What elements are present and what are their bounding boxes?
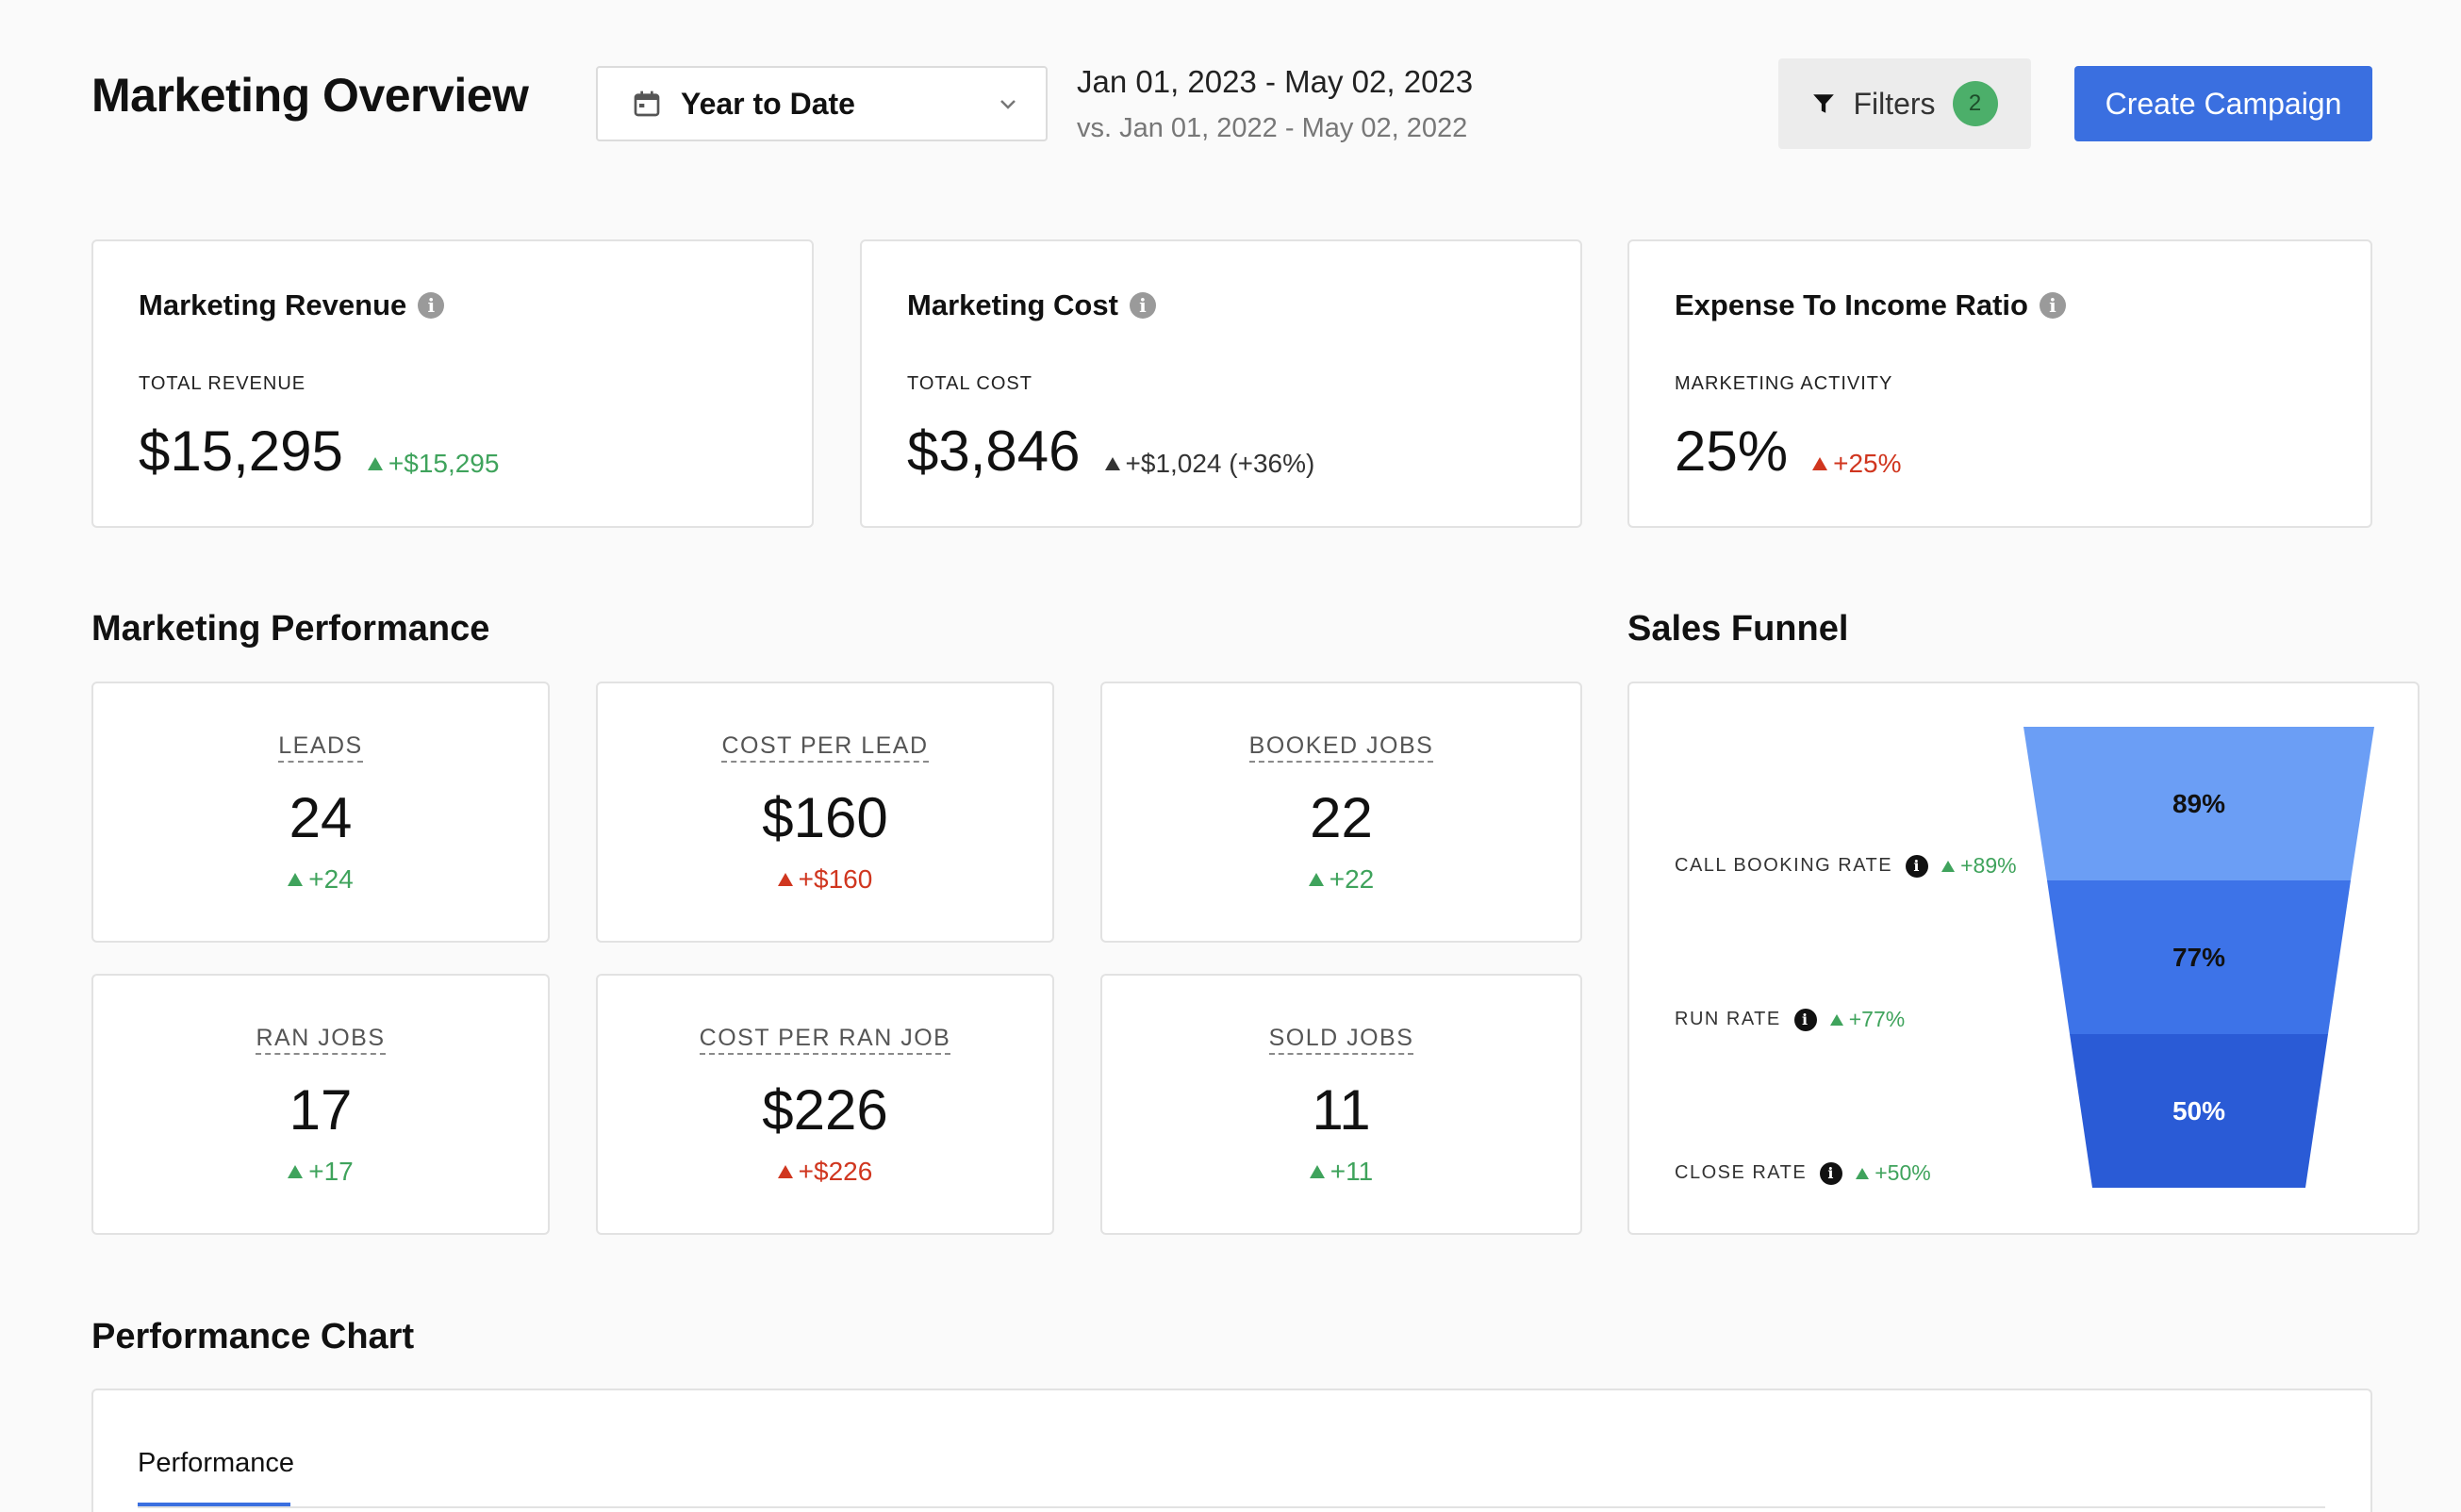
metric-label[interactable]: RAN JOBS <box>256 1025 386 1055</box>
date-range-select[interactable]: Year to Date <box>596 66 1048 141</box>
funnel-stage-label: RUN RATE <box>1675 1009 1781 1029</box>
funnel-stage-delta: +89% <box>1941 853 2017 879</box>
kpi-subtitle: TOTAL REVENUE <box>139 373 306 394</box>
kpi-title: Marketing Cost <box>907 288 1118 321</box>
metric-delta: +11 <box>1309 1157 1373 1187</box>
metric-delta: +$160 <box>777 864 872 895</box>
metric-card-cost-per-ran-job: COST PER RAN JOB $226 +$226 <box>596 974 1054 1235</box>
arrow-up-icon <box>288 873 304 886</box>
metric-card-cost-per-lead: COST PER LEAD $160 +$160 <box>596 682 1054 943</box>
dashboard-page: Marketing Overview Year to Date Jan 01, … <box>0 0 2461 1512</box>
funnel-stage-label: CLOSE RATE <box>1675 1162 1808 1183</box>
filters-label: Filters <box>1853 86 1936 121</box>
metric-delta: +22 <box>1308 864 1374 895</box>
funnel-segment-value: 89% <box>2172 789 2225 818</box>
metric-value: 24 <box>289 786 353 849</box>
metric-label[interactable]: LEADS <box>278 732 363 763</box>
arrow-up-icon <box>367 457 383 470</box>
metric-value: $226 <box>762 1078 888 1142</box>
create-campaign-button[interactable]: Create Campaign <box>2074 66 2372 141</box>
metric-delta: +24 <box>288 864 354 895</box>
arrow-up-icon <box>1812 457 1828 470</box>
kpi-title: Marketing Revenue <box>139 288 407 321</box>
metric-card-sold-jobs: SOLD JOBS 11 +11 <box>1100 974 1582 1235</box>
date-select-label: Year to Date <box>681 86 855 121</box>
arrow-up-icon <box>1941 860 1956 872</box>
metric-card-booked-jobs: BOOKED JOBS 22 +22 <box>1100 682 1582 943</box>
arrow-up-icon <box>1104 457 1120 470</box>
metric-label[interactable]: COST PER LEAD <box>721 732 929 763</box>
info-icon[interactable]: i <box>2039 292 2066 319</box>
kpi-value: $3,846 <box>907 419 1081 483</box>
funnel-segment-value: 50% <box>2172 1096 2225 1126</box>
info-icon[interactable]: i <box>418 292 445 319</box>
tabs-divider <box>138 1506 2325 1508</box>
metric-card-leads: LEADS 24 +24 <box>91 682 550 943</box>
arrow-up-icon <box>777 873 793 886</box>
metric-delta: +$226 <box>777 1157 872 1187</box>
chevron-down-icon <box>1000 100 1016 109</box>
metric-value: 22 <box>1310 786 1373 849</box>
page-title: Marketing Overview <box>91 69 529 122</box>
arrow-up-icon <box>1856 1167 1870 1179</box>
kpi-delta: +$1,024 (+36%) <box>1104 449 1314 479</box>
comparison-date-range: vs. Jan 01, 2022 - May 02, 2022 <box>1077 113 1468 143</box>
kpi-subtitle: MARKETING ACTIVITY <box>1675 373 1893 394</box>
kpi-card-marketing-cost: Marketing Cost i TOTAL COST $3,846 +$1,0… <box>860 239 1582 528</box>
metric-delta: +17 <box>288 1157 354 1187</box>
section-title-sales-funnel: Sales Funnel <box>1627 609 1849 649</box>
filters-count-badge: 2 <box>1952 81 1998 126</box>
funnel-stage-call-booking-rate: CALL BOOKING RATE i +89% <box>1675 853 2017 879</box>
kpi-delta: +25% <box>1812 449 1902 479</box>
metric-label[interactable]: COST PER RAN JOB <box>699 1025 951 1055</box>
funnel-stage-delta: +77% <box>1829 1007 1905 1032</box>
kpi-subtitle: TOTAL COST <box>907 373 1032 394</box>
kpi-title: Expense To Income Ratio <box>1675 288 2028 321</box>
metric-label[interactable]: BOOKED JOBS <box>1248 732 1434 763</box>
funnel-stage-label: CALL BOOKING RATE <box>1675 855 1893 876</box>
metric-value: $160 <box>762 786 888 849</box>
arrow-up-icon <box>288 1165 304 1178</box>
info-icon[interactable]: i <box>1129 292 1156 319</box>
info-icon[interactable]: i <box>1820 1161 1843 1185</box>
filter-icon <box>1813 94 1835 113</box>
funnel-stage-delta: +50% <box>1856 1160 1931 1186</box>
section-title-performance-chart: Performance Chart <box>91 1317 415 1356</box>
arrow-up-icon <box>1308 873 1324 886</box>
metric-card-ran-jobs: RAN JOBS 17 +17 <box>91 974 550 1235</box>
funnel-stage-close-rate: CLOSE RATE i +50% <box>1675 1160 1931 1186</box>
arrow-up-icon <box>1829 1013 1843 1026</box>
kpi-value: 25% <box>1675 419 1789 483</box>
metric-value: 11 <box>1312 1078 1371 1142</box>
sales-funnel-card: CALL BOOKING RATE i +89% RUN RATE i +77%… <box>1627 682 2420 1235</box>
calendar-icon <box>634 90 660 117</box>
metric-value: 17 <box>289 1078 353 1142</box>
performance-chart-card <box>91 1389 2372 1512</box>
kpi-card-marketing-revenue: Marketing Revenue i TOTAL REVENUE $15,29… <box>91 239 814 528</box>
funnel-stage-run-rate: RUN RATE i +77% <box>1675 1007 1905 1032</box>
info-icon[interactable]: i <box>1906 854 1929 878</box>
kpi-value: $15,295 <box>139 419 343 483</box>
arrow-up-icon <box>1309 1165 1325 1178</box>
date-range-display: Jan 01, 2023 - May 02, 2023 vs. Jan 01, … <box>1077 64 1473 144</box>
arrow-up-icon <box>777 1165 793 1178</box>
sales-funnel-chart: 89% 77% 50% <box>2023 727 2374 1188</box>
funnel-segment-value: 77% <box>2172 943 2225 972</box>
filters-button[interactable]: Filters 2 <box>1778 58 2031 149</box>
info-icon[interactable]: i <box>1793 1008 1817 1031</box>
section-title-marketing-performance: Marketing Performance <box>91 609 490 649</box>
metric-label[interactable]: SOLD JOBS <box>1268 1025 1414 1055</box>
current-date-range: Jan 01, 2023 - May 02, 2023 <box>1077 64 1474 99</box>
tab-performance[interactable]: Performance <box>138 1448 294 1479</box>
kpi-delta: +$15,295 <box>367 449 499 479</box>
kpi-card-expense-income-ratio: Expense To Income Ratio i MARKETING ACTI… <box>1627 239 2372 528</box>
